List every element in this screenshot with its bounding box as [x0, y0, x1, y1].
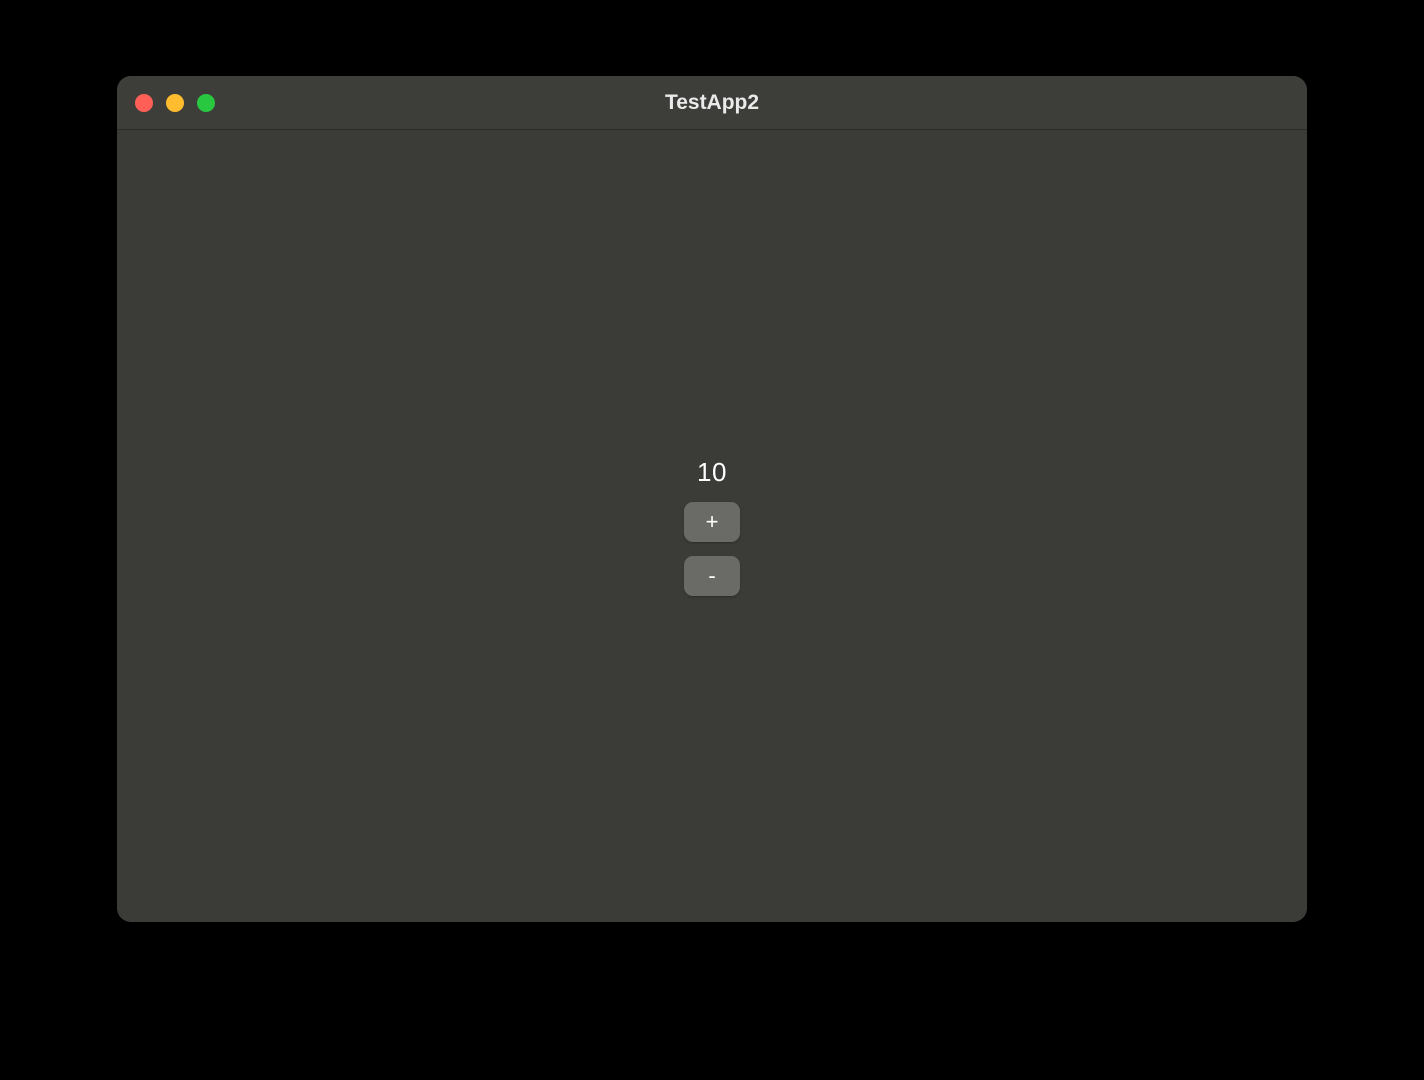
- increment-button[interactable]: +: [684, 502, 740, 542]
- window-title: TestApp2: [117, 91, 1307, 115]
- app-window: TestApp2 10 + -: [117, 76, 1307, 922]
- content-area: 10 + -: [117, 130, 1307, 922]
- decrement-button[interactable]: -: [684, 556, 740, 596]
- traffic-lights: [117, 94, 215, 112]
- close-icon[interactable]: [135, 94, 153, 112]
- counter-value: 10: [697, 457, 727, 488]
- maximize-icon[interactable]: [197, 94, 215, 112]
- titlebar: TestApp2: [117, 76, 1307, 130]
- minimize-icon[interactable]: [166, 94, 184, 112]
